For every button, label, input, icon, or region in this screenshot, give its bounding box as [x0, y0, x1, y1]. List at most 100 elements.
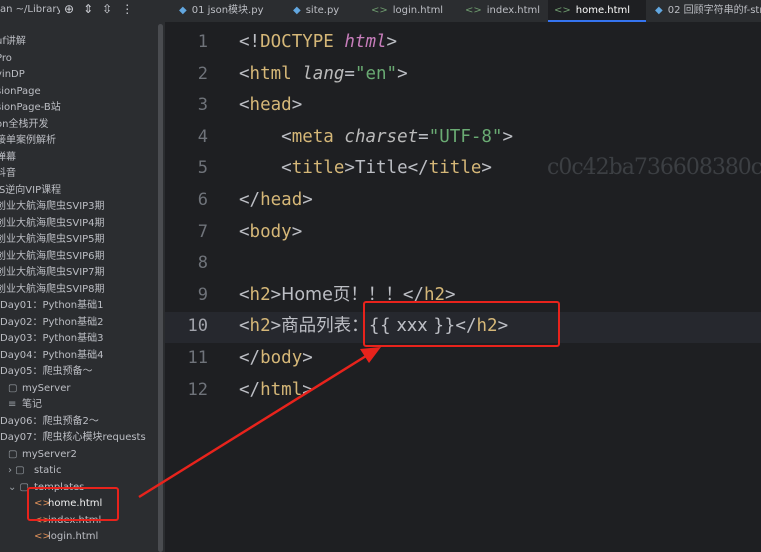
folder-icon: › ▢ — [8, 465, 25, 476]
tab-label: site.py — [305, 5, 340, 16]
tree-folder-item[interactable]: sionPage — [0, 84, 41, 100]
tree-item-label: yinDP — [0, 69, 25, 80]
tree-item-label: Day04：Python基础4 — [0, 349, 104, 361]
tree-folder-item[interactable]: Day03：Python基础3 — [0, 331, 104, 347]
line-number: 10 — [187, 316, 208, 337]
tab-label: 02 回顾字符串的f-str — [667, 5, 761, 16]
tree-folder-item[interactable]: Day05：爬虫预备～ — [0, 364, 92, 380]
sidebar-scrollbar[interactable] — [158, 24, 163, 552]
tab-label: index.html — [486, 5, 541, 16]
tree-folder-item[interactable]: 创业大航海爬虫SVIP4期 — [0, 216, 105, 232]
tree-item-label: sionPage-B站 — [0, 102, 61, 113]
tree-folder-item[interactable]: 创业大航海爬虫SVIP5期 — [0, 232, 105, 248]
tree-folder-item[interactable]: Day06：爬虫预备2～ — [0, 414, 99, 430]
code-line[interactable]: 6 </head> — [165, 185, 761, 216]
code-text: <title>Title</title> — [281, 158, 492, 179]
tab-label: 01 json模块.py — [191, 5, 264, 16]
code-line[interactable]: 12 </html> — [165, 375, 761, 406]
tree-folder-item[interactable]: 接单案例解析 — [0, 133, 56, 149]
sidebar-toolbar: ⊕ ⇕ ⇳ ⋮ — [64, 2, 133, 18]
tree-item-label: uf讲解 — [0, 36, 26, 47]
tree-item-label: Pro — [0, 52, 12, 64]
tree-item-label: Day06：爬虫预备2～ — [0, 415, 99, 427]
tree-folder-item[interactable]: Pro — [0, 51, 12, 67]
tree-folder-item[interactable]: ▢ myServer2 — [8, 447, 77, 463]
tree-folder-item[interactable]: uf讲解 — [0, 34, 26, 50]
folder-icon: ▢ — [8, 382, 18, 394]
expand-collapse-icon[interactable]: ⇕ — [83, 2, 93, 18]
tree-folder-item[interactable]: 弹幕 — [0, 150, 16, 166]
tree-folder-item[interactable]: 抖音 — [0, 166, 16, 182]
tree-item-label: Day02：Python基础2 — [0, 316, 104, 328]
code-line[interactable]: 2 <html lang="en"> — [165, 59, 761, 90]
tree-folder-item[interactable]: Day07：爬虫核心模块requests — [0, 430, 146, 446]
code-line[interactable]: 11 </body> — [165, 343, 761, 374]
tree-item-label: static — [34, 465, 62, 476]
tab-label: login.html — [392, 5, 444, 16]
tree-folder-item[interactable]: Day02：Python基础2 — [0, 315, 104, 331]
tree-item-label: Day05：爬虫预备～ — [0, 366, 93, 377]
project-sidebar: an ~/Library/Mobile Documents/c ⊕ ⇕ ⇳ ⋮ … — [0, 0, 165, 552]
tree-item-label: 创业大航海爬虫SVIP8期 — [0, 283, 105, 295]
annotation-box-file — [27, 487, 119, 521]
line-number: 1 — [197, 32, 208, 52]
tree-folder-item[interactable]: Day04：Python基础4 — [0, 348, 104, 364]
tree-item-label: Day07：爬虫核心模块requests — [0, 432, 146, 443]
line-number: 12 — [187, 379, 208, 400]
folder-icon: ≡ — [8, 399, 17, 410]
tree-folder-item[interactable]: ▢ myServer — [8, 381, 70, 397]
options-icon[interactable]: ⋮ — [121, 2, 133, 18]
tree-file-item[interactable]: <>login.html — [34, 529, 98, 545]
tree-folder-item[interactable]: Day01：Python基础1 — [0, 298, 104, 314]
tree-item-label: Day01：Python基础1 — [0, 300, 104, 311]
tab-label: home.html — [575, 5, 631, 16]
line-number: 6 — [197, 190, 208, 210]
tree-folder-item[interactable]: yinDP — [0, 67, 25, 83]
tree-item-label: myServer2 — [22, 448, 77, 460]
code-text: <meta charset="UTF-8"> — [281, 126, 514, 147]
line-number: 4 — [197, 126, 208, 147]
tree-folder-item[interactable]: 创业大航海爬虫SVIP3期 — [0, 199, 105, 215]
code-text: </body> — [239, 348, 313, 368]
html-file-icon: <> — [465, 5, 482, 16]
line-number: 9 — [197, 284, 208, 305]
code-text: </html> — [239, 379, 313, 400]
tree-item-label: 创业大航海爬虫SVIP3期 — [0, 201, 105, 212]
code-line[interactable]: 3 <head> — [165, 90, 761, 121]
code-line[interactable]: 1 <!DOCTYPE html> — [165, 27, 761, 58]
tab-3[interactable]: <> index.html — [459, 0, 545, 22]
tree-item-label: 创业大航海爬虫SVIP7期 — [0, 267, 105, 278]
tree-item-label: 创业大航海爬虫SVIP6期 — [0, 250, 105, 262]
tab-2[interactable]: <> login.html — [365, 0, 455, 22]
tree-folder-item[interactable]: sionPage-B站 — [0, 100, 61, 116]
tree-folder-item[interactable]: 创业大航海爬虫SVIP6期 — [0, 249, 105, 265]
code-line[interactable]: 4 <meta charset="UTF-8"> — [165, 122, 761, 153]
tab-0[interactable]: ◆ 01 json模块.py — [173, 0, 283, 22]
line-number: 2 — [197, 63, 208, 84]
code-text: <html lang="en"> — [239, 63, 408, 84]
code-editor[interactable]: 1 <!DOCTYPE html> 2 <html lang="en"> 3 <head>… — [165, 22, 761, 552]
editor-tab-bar: ◆ 01 json模块.py ◆ site.py <> login.html <> index… — [165, 0, 761, 22]
collapse-all-icon[interactable]: ⇳ — [102, 2, 112, 18]
tree-folder-item[interactable]: › ▢ static — [8, 463, 61, 479]
tree-folder-item[interactable]: JS逆向VIP课程 — [0, 183, 61, 199]
tree-folder-item[interactable]: 创业大航海爬虫SVIP7期 — [0, 265, 105, 281]
code-line[interactable]: 8 — [165, 248, 761, 279]
tree-folder-item[interactable]: ≡ 笔记 — [8, 397, 42, 413]
tab-5[interactable]: ◆ 02 回顾字符串的f-str — [649, 0, 761, 22]
tree-item-label: 弹幕 — [0, 151, 16, 163]
watermark-text: c0c42ba736608380c8ebf0bcee3f63 — [547, 155, 761, 180]
code-text: <head> — [239, 95, 303, 116]
tree-item-label: on全栈开发 — [0, 118, 49, 130]
tree-item-label: login.html — [48, 531, 99, 542]
locate-file-icon[interactable]: ⊕ — [64, 2, 74, 18]
line-number: 5 — [197, 158, 208, 179]
tree-folder-item[interactable]: on全栈开发 — [0, 117, 48, 133]
code-line[interactable]: 7 <body> — [165, 217, 761, 248]
tree-folder-item[interactable]: 创业大航海爬虫SVIP8期 — [0, 282, 105, 298]
tree-item-label: 笔记 — [22, 399, 42, 410]
tab-4[interactable]: <> home.html — [548, 0, 646, 22]
tree-item-label: 创业大航海爬虫SVIP5期 — [0, 234, 105, 245]
annotation-box-code — [363, 301, 560, 347]
tab-1[interactable]: ◆ site.py — [287, 0, 361, 22]
